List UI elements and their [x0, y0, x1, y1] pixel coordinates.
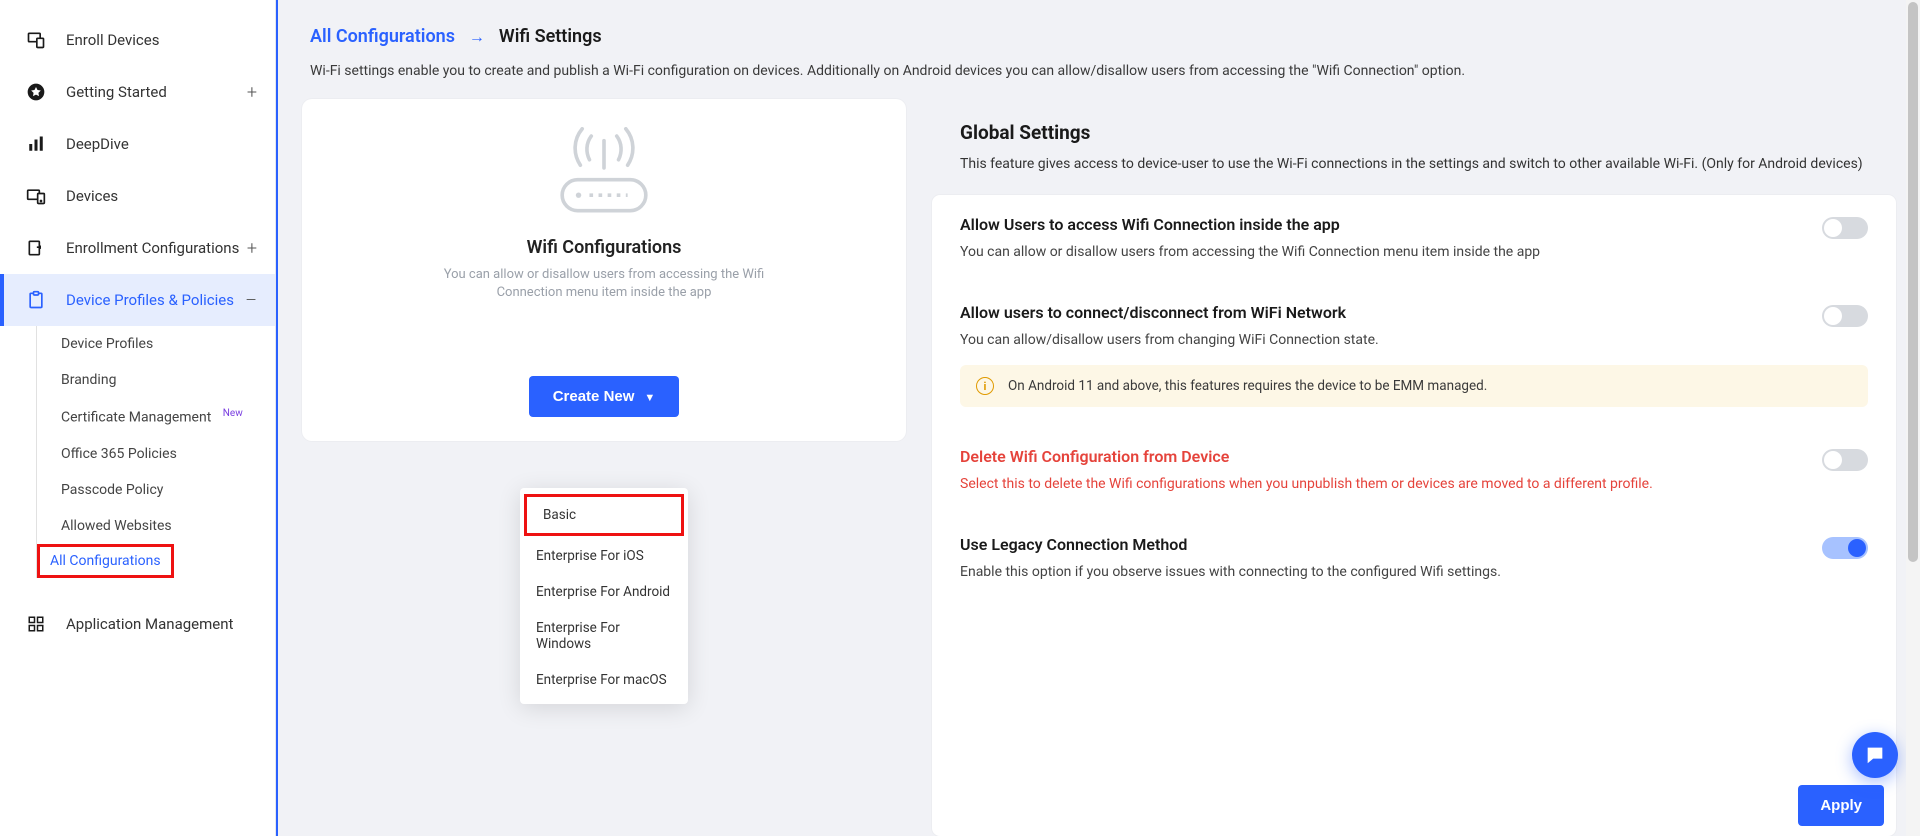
wifi-config-desc: You can allow or disallow users from acc… — [414, 266, 794, 302]
breadcrumb: All Configurations → Wifi Settings — [278, 0, 1920, 53]
setting-desc: Enable this option if you observe issues… — [960, 562, 1798, 583]
sidebar-item-enrollment-configurations[interactable]: Enrollment Configurations + — [0, 222, 275, 274]
star-icon — [24, 80, 48, 104]
apply-button[interactable]: Apply — [1798, 785, 1884, 826]
create-new-label: Create New — [553, 388, 635, 405]
subitem-label: Certificate Management — [61, 410, 211, 426]
toggle-allow-connect-disconnect[interactable] — [1822, 305, 1868, 327]
setting-title: Allow Users to access Wifi Connection in… — [960, 215, 1798, 234]
enroll-devices-icon — [24, 28, 48, 52]
sidebar: Enroll Devices Getting Started + DeepDiv… — [0, 0, 276, 836]
sidebar-item-label: Getting Started — [66, 83, 167, 101]
grid-icon — [24, 612, 48, 636]
dropdown-item-android[interactable]: Enterprise For Android — [520, 574, 688, 610]
info-banner: i On Android 11 and above, this features… — [960, 365, 1868, 407]
setting-desc: You can allow or disallow users from acc… — [960, 242, 1798, 263]
enroll-config-icon — [24, 236, 48, 260]
breadcrumb-link[interactable]: All Configurations — [310, 26, 455, 47]
subitem-passcode-policy[interactable]: Passcode Policy — [37, 472, 275, 508]
devices-icon — [24, 184, 48, 208]
sidebar-item-label: Devices — [66, 187, 118, 205]
sidebar-item-deepdive[interactable]: DeepDive — [0, 118, 275, 170]
create-new-button[interactable]: Create New ▼ — [529, 376, 680, 417]
setting-title: Delete Wifi Configuration from Device — [960, 447, 1798, 466]
sidebar-item-application-management[interactable]: Application Management — [0, 598, 275, 650]
subitem-device-profiles[interactable]: Device Profiles — [37, 326, 275, 362]
setting-allow-connect-disconnect: Allow users to connect/disconnect from W… — [932, 283, 1896, 427]
sidebar-item-label: Enroll Devices — [66, 31, 159, 49]
global-settings-heading: Global Settings — [960, 121, 1868, 144]
sidebar-item-label: Enrollment Configurations — [66, 239, 239, 257]
wifi-configurations-card: Wifi Configurations You can allow or dis… — [302, 99, 906, 441]
new-badge: New — [223, 408, 243, 419]
global-settings-header: Global Settings This feature gives acces… — [932, 99, 1896, 195]
toggle-delete-wifi[interactable] — [1822, 449, 1868, 471]
wifi-config-title: Wifi Configurations — [527, 237, 682, 258]
sidebar-item-getting-started[interactable]: Getting Started + — [0, 66, 275, 118]
subitem-allowed-websites[interactable]: Allowed Websites — [37, 508, 275, 544]
expand-icon: + — [247, 82, 257, 103]
page-scrollbar[interactable] — [1906, 0, 1920, 836]
dropdown-item-windows[interactable]: Enterprise For Windows — [520, 610, 688, 662]
chat-widget-button[interactable] — [1852, 732, 1898, 778]
sidebar-subitems: Device Profiles Branding Certificate Man… — [36, 326, 275, 578]
setting-legacy-connection: Use Legacy Connection Method Enable this… — [932, 515, 1896, 603]
sidebar-item-label: DeepDive — [66, 135, 129, 153]
setting-desc: Select this to delete the Wifi configura… — [960, 474, 1798, 495]
collapse-icon: – — [245, 290, 257, 311]
subitem-label-selected: All Configurations — [37, 544, 174, 578]
global-settings-column: Global Settings This feature gives acces… — [932, 99, 1896, 836]
create-new-dropdown: Basic Enterprise For iOS Enterprise For … — [520, 488, 688, 704]
global-settings-card: Allow Users to access Wifi Connection in… — [932, 195, 1896, 836]
toggle-legacy-connection[interactable] — [1822, 537, 1868, 559]
subitem-certificate-management[interactable]: Certificate Management New — [37, 398, 275, 436]
sidebar-item-devices[interactable]: Devices — [0, 170, 275, 222]
toggle-allow-wifi-access[interactable] — [1822, 217, 1868, 239]
setting-title: Allow users to connect/disconnect from W… — [960, 303, 1798, 322]
dropdown-item-macos[interactable]: Enterprise For macOS — [520, 662, 688, 698]
apply-bar: Apply — [1798, 785, 1884, 826]
sidebar-item-label: Application Management — [66, 615, 233, 633]
sidebar-item-device-profiles-policies[interactable]: Device Profiles & Policies – — [0, 274, 275, 326]
bars-icon — [24, 132, 48, 156]
subitem-office365[interactable]: Office 365 Policies — [37, 436, 275, 472]
sidebar-item-enroll-devices[interactable]: Enroll Devices — [0, 14, 275, 66]
subitem-branding[interactable]: Branding — [37, 362, 275, 398]
clipboard-icon — [24, 288, 48, 312]
setting-delete-wifi: Delete Wifi Configuration from Device Se… — [932, 427, 1896, 515]
info-banner-text: On Android 11 and above, this features r… — [1008, 378, 1487, 394]
caret-down-icon: ▼ — [644, 392, 655, 404]
expand-icon: + — [247, 238, 257, 259]
scrollbar-thumb[interactable] — [1908, 2, 1918, 562]
dropdown-item-basic[interactable]: Basic — [524, 494, 684, 536]
breadcrumb-current: Wifi Settings — [499, 26, 602, 47]
sidebar-item-label: Device Profiles & Policies — [66, 291, 234, 309]
info-icon: i — [976, 377, 994, 395]
main-content: All Configurations → Wifi Settings Wi-Fi… — [276, 0, 1920, 836]
dropdown-item-ios[interactable]: Enterprise For iOS — [520, 538, 688, 574]
arrow-right-icon: → — [469, 27, 485, 46]
router-icon — [549, 127, 659, 227]
page-subtitle: Wi-Fi settings enable you to create and … — [278, 53, 1920, 99]
setting-allow-wifi-access: Allow Users to access Wifi Connection in… — [932, 195, 1896, 283]
setting-desc: You can allow/disallow users from changi… — [960, 330, 1798, 351]
setting-title: Use Legacy Connection Method — [960, 535, 1798, 554]
subitem-all-configurations[interactable]: All Configurations — [37, 544, 275, 578]
global-settings-desc: This feature gives access to device-user… — [960, 154, 1868, 175]
